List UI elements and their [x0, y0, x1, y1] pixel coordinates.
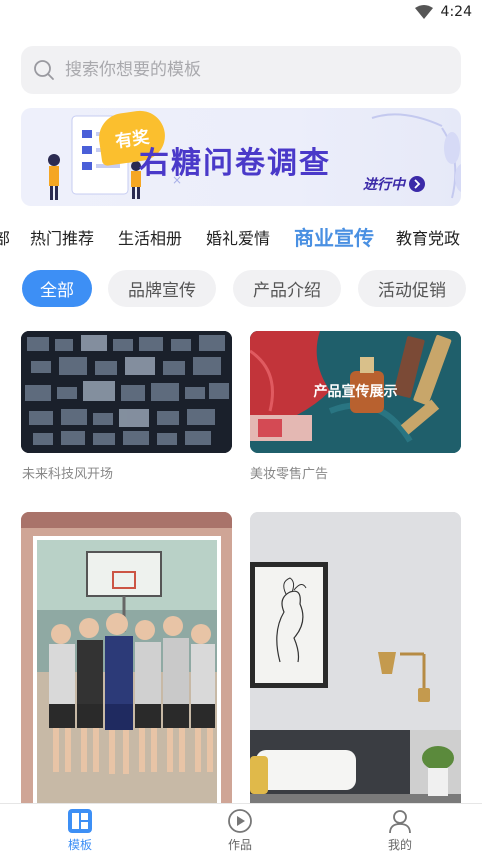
template-icon [68, 809, 92, 833]
tab-category-2[interactable]: 生活相册 [118, 225, 182, 249]
template-card-tech[interactable] [21, 331, 232, 453]
tab-category-3[interactable]: 婚礼爱情 [206, 225, 270, 249]
search-icon [34, 60, 54, 80]
banner-title: 右糖问卷调查 [139, 146, 331, 181]
tab-works[interactable]: 作品 [210, 808, 270, 853]
status-time: 4:24 [440, 4, 472, 20]
wifi-icon [414, 5, 433, 19]
tab-works-label: 作品 [227, 838, 252, 852]
interior-decor-thumbnail [250, 512, 461, 804]
search-input[interactable] [65, 60, 425, 80]
tab-category-0[interactable]: 部 [0, 225, 10, 249]
template-card-cosmetics[interactable]: 产品宣传展示 [250, 331, 461, 453]
tab-templates[interactable]: 模板 [50, 808, 110, 853]
chip-promotion[interactable]: 活动促销 [358, 270, 466, 307]
chip-all[interactable]: 全部 [22, 270, 92, 307]
tab-profile[interactable]: 我的 [370, 808, 430, 853]
promo-banner[interactable]: × 有奖 右糖问卷调查 进行中 [21, 108, 461, 206]
basketball-team-thumbnail [21, 512, 232, 804]
play-icon [228, 809, 252, 833]
cosmetics-overlay-text: 产品宣传展示 [313, 384, 398, 400]
template-card-basketball[interactable] [21, 512, 232, 804]
template-label-cosmetics: 美妆零售广告 [250, 467, 329, 482]
bottom-nav: 模板 作品 我的 [0, 803, 482, 857]
tab-category-4[interactable]: 商业宣传 [294, 222, 374, 251]
search-bar[interactable] [21, 46, 461, 94]
chip-brand[interactable]: 品牌宣传 [108, 270, 216, 307]
status-bar: 4:24 [0, 0, 482, 26]
tab-profile-label: 我的 [387, 838, 412, 852]
template-card-interior[interactable] [250, 512, 461, 804]
profile-icon [389, 810, 411, 834]
chip-product[interactable]: 产品介绍 [233, 270, 341, 307]
tech-collage-thumbnail [21, 331, 232, 453]
banner-status-button[interactable]: 进行中 [363, 174, 425, 194]
filter-chips: 全部 品牌宣传 产品介绍 活动促销 [0, 270, 482, 308]
template-label-tech: 未来科技风开场 [22, 467, 114, 482]
tab-category-1[interactable]: 热门推荐 [30, 225, 94, 249]
banner-status-label: 进行中 [363, 177, 405, 193]
tab-templates-label: 模板 [67, 838, 92, 852]
tab-category-5[interactable]: 教育党政 [396, 225, 460, 249]
arrow-right-icon [409, 176, 425, 192]
category-tabs: 部 热门推荐 生活相册 婚礼爱情 商业宣传 教育党政 [0, 222, 482, 252]
